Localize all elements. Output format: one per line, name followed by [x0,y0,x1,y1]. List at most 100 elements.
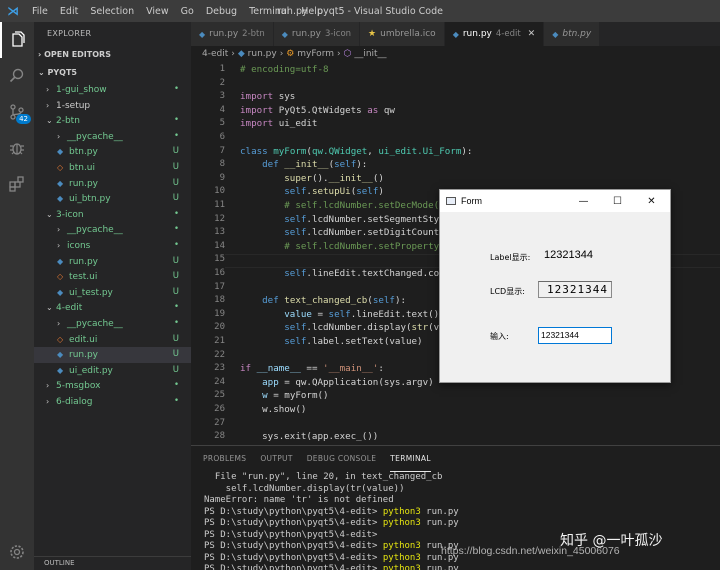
line-edit-input[interactable]: 12321344 [538,327,612,344]
folder-item[interactable]: › 1-setup [34,98,191,114]
git-status-badge: U [172,193,179,204]
folder-item[interactable]: › 5-msgbox • [34,378,191,394]
lcd-number-display: 12321344 [538,281,612,298]
python-file-icon: ◆ [57,287,64,297]
settings-gear-icon[interactable] [0,534,34,570]
breadcrumb-method[interactable]: __init__ [354,49,386,59]
terminal-token: PS D:\study\python\pyqt5\4-edit> [204,541,383,551]
tab-problems[interactable]: PROBLEMS [203,446,246,472]
file-item[interactable]: ◆ run.py U [34,254,191,270]
file-item[interactable]: ◆ ui_test.py U [34,285,191,301]
code-line: class myForm(qw.QWidget, ui_edit.Ui_Form… [240,146,472,157]
menu-edit[interactable]: Edit [54,6,84,17]
folder-item[interactable]: › __pycache__ • [34,222,191,238]
tree-item-label: run.py [69,256,99,267]
maximize-button[interactable]: ☐ [601,190,634,212]
debug-icon[interactable] [0,130,34,166]
tab-run-py-4-edit[interactable]: ◆ run.py 4-edit ✕ [444,22,545,46]
outline-section[interactable]: OUTLINE [34,556,191,570]
folder-item[interactable]: › 1-gui_show • [34,82,191,98]
code-token: import [240,104,274,116]
folder-item[interactable]: › __pycache__ • [34,129,191,145]
code-token: = [311,308,329,320]
form-title-bar[interactable]: Form — ☐ ✕ [440,190,670,212]
explorer-icon[interactable] [0,22,34,58]
input-caption: 输入: [490,332,509,341]
tab-terminal[interactable]: TERMINAL [390,446,431,472]
menu-debug[interactable]: Debug [200,6,243,17]
terminal-line: PS D:\study\python\pyqt5\4-edit> python3… [204,507,720,519]
code-token: sys.exit(app.exec_()) [262,431,379,443]
open-editors-section[interactable]: › OPEN EDITORS [34,46,191,64]
code-token: .lcdNumber.setDigitCount [306,227,440,239]
project-section[interactable]: ⌄ PYQT5 [34,64,191,82]
breadcrumb-folder[interactable]: 4-edit [202,49,228,59]
breadcrumb-file[interactable]: run.py [248,49,277,59]
minimize-button[interactable]: — [567,190,600,212]
tab-umbrella-ico[interactable]: ★ umbrella.ico [360,22,445,46]
python-file-icon: ◆ [57,256,64,266]
editor-tabs: ◆ run.py 2-btn ◆ run.py 3-icon ★ umbrell… [191,22,720,46]
code-token: = qw.QApplication(sys.argv) [278,376,434,388]
tab-output[interactable]: OUTPUT [260,446,292,472]
menu-go[interactable]: Go [175,6,200,17]
tree-item-label: icons [67,240,91,251]
tab-debug-console[interactable]: DEBUG CONSOLE [307,446,377,472]
menu-view[interactable]: View [140,6,175,17]
code-token: sys [273,91,296,103]
file-item[interactable]: ◇ test.ui U [34,269,191,285]
breadcrumb-class[interactable]: myForm [297,49,334,59]
code-line: # encoding=utf-8 [240,64,329,75]
folder-item[interactable]: ⌄ 4-edit • [34,300,191,316]
folder-item[interactable]: ⌄ 2-btn • [34,113,191,129]
terminal-token: PS D:\study\python\pyqt5\4-edit> [204,529,378,540]
line-number: 13 [214,227,225,238]
menu-file[interactable]: File [26,6,54,17]
close-button[interactable]: ✕ [635,190,668,212]
folder-item[interactable]: › 6-dialog • [34,394,191,410]
menu-selection[interactable]: Selection [84,6,140,17]
line-number: 2 [219,77,225,88]
code-token: qw [378,104,395,116]
code-line: self.lcdNumber.setDigitCount [240,227,439,238]
outline-label: OUTLINE [44,559,75,567]
line-number: 9 [219,172,225,183]
tab-label: btn.py [562,29,592,39]
file-item[interactable]: ◆ btn.py U [34,144,191,160]
git-status-badge: U [172,349,179,360]
code-token: __init__ [284,159,329,171]
line-number: 4 [219,104,225,115]
menu-terminal[interactable]: Terminal [243,6,295,17]
code-line: value = self.lineEdit.text() [240,309,439,320]
folder-item[interactable]: › __pycache__ • [34,316,191,332]
chevron-right-icon: › [231,49,235,59]
close-icon[interactable]: ✕ [528,29,536,39]
terminal-token: python3 [382,564,421,570]
file-item[interactable]: ◇ btn.ui U [34,160,191,176]
tree-item-label: ui_edit.py [69,365,113,376]
menu-help[interactable]: Help [295,6,329,17]
extensions-icon[interactable] [0,166,34,202]
line-number: 28 [214,431,225,442]
file-item[interactable]: ◆ run.py U [34,347,191,363]
git-status-badge: • [173,130,179,141]
source-control-icon[interactable]: 42 [0,94,34,130]
file-item[interactable]: ◆ ui_btn.py U [34,191,191,207]
tree-item-label: 1-gui_show [56,85,107,95]
file-item[interactable]: ◆ ui_edit.py U [34,363,191,379]
folder-item[interactable]: › icons • [34,238,191,254]
tab-btn-py[interactable]: ◆ btn.py [544,22,601,46]
folder-item[interactable]: ⌄ 3-icon • [34,207,191,223]
code-line: sys.exit(app.exec_()) [240,431,378,442]
tab-run-py-2-btn[interactable]: ◆ run.py 2-btn [191,22,274,46]
file-item[interactable]: ◆ run.py U [34,176,191,192]
terminal-token: python3 [382,506,421,517]
code-token: self [284,186,307,198]
code-token: def [262,159,279,171]
tab-run-py-3-icon[interactable]: ◆ run.py 3-icon [273,22,361,46]
code-line: self.lcdNumber.setSegmentSty [240,214,439,225]
search-icon[interactable] [0,58,34,94]
file-item[interactable]: ◇ edit.ui U [34,332,191,348]
